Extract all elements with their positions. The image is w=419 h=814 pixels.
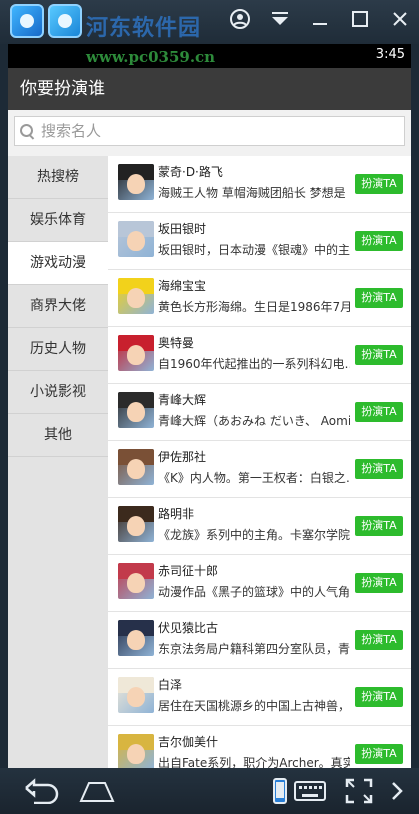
character-name: 吉尔伽美什 [158,735,219,749]
list-item[interactable]: 伏见猿比古东京法务局户籍科第四分室队员，青… 扮演TA [108,612,411,669]
category-item[interactable]: 娱乐体育 [8,199,108,242]
character-name: 白泽 [158,678,183,692]
play-as-button[interactable]: 扮演TA [355,744,403,764]
character-name: 奥特曼 [158,336,195,350]
avatar [118,506,154,542]
watermark-text: 河东软件园 [86,15,202,41]
list-item[interactable]: 路明非《龙族》系列中的主角。卡塞尔学院… 扮演TA [108,498,411,555]
emulator-toolbar: 河东软件园 [0,0,419,44]
close-icon[interactable] [389,8,411,30]
character-description: 自1960年代起推出的一系列科幻电… [158,357,350,371]
avatar [118,563,154,599]
avatar [118,449,154,485]
character-name: 伊佐那社 [158,450,207,464]
list-item[interactable]: 坂田银时坂田银时，日本动漫《银魂》中的主… 扮演TA [108,213,411,270]
keyboard-icon[interactable] [294,778,326,811]
emulator-logo-icon[interactable] [10,4,44,38]
chevron-right-icon[interactable] [390,778,404,811]
play-as-button[interactable]: 扮演TA [355,516,403,536]
character-name: 海绵宝宝 [158,279,207,293]
character-description: 动漫作品《黑子的篮球》中的人气角… [158,585,350,599]
category-item[interactable]: 历史人物 [8,328,108,371]
search-icon [19,123,35,139]
character-description: 居住在天国桃源乡的中国上古神兽，… [158,699,350,713]
play-as-button[interactable]: 扮演TA [355,402,403,422]
avatar [118,278,154,314]
character-description: 《K》内人物。第一王权者：白银之… [158,471,350,485]
character-description: 海贼王人物 草帽海贼团船长 梦想是 [158,186,346,200]
play-as-button[interactable]: 扮演TA [355,630,403,650]
play-as-button[interactable]: 扮演TA [355,459,403,479]
play-as-button[interactable]: 扮演TA [355,345,403,365]
avatar [118,734,154,768]
emulator-window: 河东软件园 3:45 www.pc0359.cn 你要扮演谁 搜索名人 热搜榜 … [0,0,419,814]
portrait-mode-icon[interactable] [272,778,288,811]
category-item[interactable]: 热搜榜 [8,156,108,199]
home-icon[interactable] [78,778,116,811]
category-sidebar: 热搜榜 娱乐体育 游戏动漫 商界大佬 历史人物 小说影视 其他 [8,156,108,768]
watermark-url: www.pc0359.cn [86,48,216,66]
character-name: 赤司征十郎 [158,564,219,578]
category-item[interactable]: 小说影视 [8,371,108,414]
character-name: 坂田银时 [158,222,207,236]
character-name: 伏见猿比古 [158,621,219,635]
play-as-button[interactable]: 扮演TA [355,573,403,593]
category-item[interactable]: 游戏动漫 [8,242,108,285]
maximize-icon[interactable] [349,8,371,30]
avatar [118,392,154,428]
list-item[interactable]: 蒙奇·D·路飞海贼王人物 草帽海贼团船长 梦想是 扮演TA [108,156,411,213]
avatar [118,164,154,200]
character-list: 蒙奇·D·路飞 海贼王人物 草帽海贼团船长 梦想是 扮演TA 坂田银时 坂田银时，日本动… [108,156,411,768]
list-item[interactable]: 吉尔伽美什出自Fate系列，职介为Archer。真实… 扮演TA [108,726,411,768]
character-name: 路明非 [158,507,195,521]
category-item[interactable]: 商界大佬 [8,285,108,328]
emulator-nav-bar [0,768,419,814]
page-title: 你要扮演谁 [8,68,411,110]
list-item[interactable]: 青峰大辉青峰大辉（あおみね だいき、 Aomi… 扮演TA [108,384,411,441]
user-icon[interactable] [229,8,251,30]
play-as-button[interactable]: 扮演TA [355,687,403,707]
search-box[interactable] [14,116,405,146]
app-shortcut-icon[interactable] [48,4,82,38]
status-time: 3:45 [375,47,405,62]
play-as-button[interactable]: 扮演TA [355,174,403,194]
list-item[interactable]: 伊佐那社《K》内人物。第一王权者：白银之… 扮演TA [108,441,411,498]
play-as-button[interactable]: 扮演TA [355,288,403,308]
search-input[interactable] [41,122,341,140]
avatar [118,221,154,257]
character-name: 蒙奇·D·路飞 [158,165,223,179]
character-description: 坂田银时，日本动漫《银魂》中的主… [158,243,350,257]
list-item[interactable]: 赤司征十郎动漫作品《黑子的篮球》中的人气角… 扮演TA [108,555,411,612]
character-description: 《龙族》系列中的主角。卡塞尔学院… [158,528,350,542]
avatar [118,620,154,656]
list-item[interactable]: 白泽居住在天国桃源乡的中国上古神兽，… 扮演TA [108,669,411,726]
list-item[interactable]: 奥特曼自1960年代起推出的一系列科幻电… 扮演TA [108,327,411,384]
dropdown-icon[interactable] [269,8,291,30]
character-description: 黄色长方形海绵。生日是1986年7月… [158,300,350,314]
fullscreen-icon[interactable] [345,778,373,811]
category-item[interactable]: 其他 [8,414,108,457]
character-name: 青峰大辉 [158,393,207,407]
minimize-icon[interactable] [309,8,331,30]
avatar [118,335,154,371]
play-as-button[interactable]: 扮演TA [355,231,403,251]
character-description: 青峰大辉（あおみね だいき、 Aomi… [158,414,350,428]
list-item[interactable]: 海绵宝宝黄色长方形海绵。生日是1986年7月… 扮演TA [108,270,411,327]
avatar [118,677,154,713]
character-description: 出自Fate系列，职介为Archer。真实… [158,756,350,768]
character-description: 东京法务局户籍科第四分室队员，青… [158,642,350,656]
app-screen: 你要扮演谁 热搜榜娱乐体育游戏动漫商界大佬历史人物小说影视其他 蒙奇·D·路飞海… [8,68,411,768]
back-icon[interactable] [22,778,60,811]
search-bar [8,110,411,156]
